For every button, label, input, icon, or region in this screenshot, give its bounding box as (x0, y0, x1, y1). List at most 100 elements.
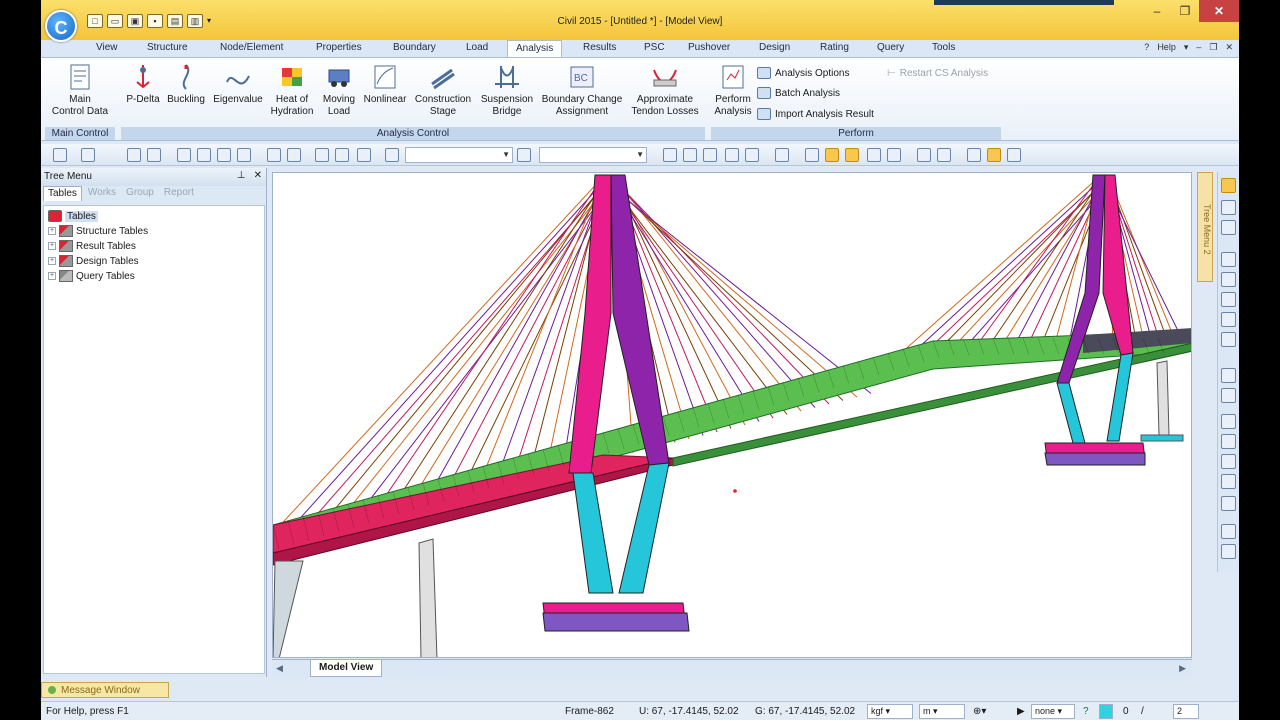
tree-item-query-tables[interactable]: + Query Tables (48, 270, 135, 282)
view-side-icon[interactable] (1221, 434, 1236, 449)
close-icon[interactable]: ✕ (1199, 0, 1239, 22)
zoom-dynamic-icon[interactable] (1221, 312, 1236, 327)
select-window-icon[interactable] (147, 148, 161, 162)
eigenvalue-button[interactable]: Eigenvalue (211, 60, 265, 106)
message-window-tab[interactable]: Message Window (41, 682, 169, 698)
rotate-view-icon[interactable] (1221, 200, 1236, 215)
render-icon[interactable] (887, 148, 901, 162)
buckling-button[interactable]: Buckling (165, 60, 207, 106)
copy-icon[interactable] (267, 148, 281, 162)
color-toggle-icon[interactable] (1099, 704, 1113, 719)
lock-icon[interactable] (987, 148, 1001, 162)
maximize-icon[interactable]: ❐ (1171, 0, 1199, 22)
view-back-icon[interactable] (1221, 474, 1236, 489)
paste-icon[interactable] (287, 148, 301, 162)
tab-structure[interactable]: Structure (147, 42, 188, 53)
invert-icon[interactable] (703, 148, 717, 162)
tab-query[interactable]: Query (877, 42, 904, 53)
help-icon[interactable]: ? (1144, 42, 1149, 53)
dimension-icon[interactable] (937, 148, 951, 162)
selection-combo[interactable]: ▼ (405, 147, 513, 163)
tree-item-design-tables[interactable]: + Design Tables (48, 255, 139, 267)
view-iso-icon[interactable] (1221, 368, 1236, 383)
rotate-icon[interactable] (217, 148, 231, 162)
ribbon-restore-icon[interactable]: ❐ (1209, 42, 1217, 53)
redo-icon[interactable] (81, 148, 95, 162)
tab-psc[interactable]: PSC (644, 42, 665, 53)
redraw-icon[interactable] (775, 148, 789, 162)
minimize-icon[interactable]: – (1143, 0, 1171, 22)
tab-boundary[interactable]: Boundary (393, 42, 436, 53)
tab-node-element[interactable]: Node/Element (220, 42, 283, 53)
heat-of-hydration-button[interactable]: Heat of Hydration (267, 60, 317, 118)
construction-stage-button[interactable]: Construction Stage (411, 60, 475, 118)
zoom-fit-icon[interactable] (805, 148, 819, 162)
group-combo[interactable]: ▼ (539, 147, 647, 163)
next-view-icon[interactable] (1221, 544, 1236, 559)
analysis-options-button[interactable]: Analysis Options (757, 67, 849, 79)
snap-icon[interactable]: ⊕▾ (973, 706, 986, 717)
select-icon[interactable] (127, 148, 141, 162)
model-view-canvas[interactable] (272, 172, 1192, 658)
help-toggle-icon[interactable]: ? (1083, 706, 1089, 717)
view-front-icon[interactable] (1221, 414, 1236, 429)
import-analysis-result-button[interactable]: Import Analysis Result (757, 108, 874, 120)
suspension-bridge-button[interactable]: Suspension Bridge (477, 60, 537, 118)
ribbon-close-icon[interactable]: ✕ (1225, 42, 1233, 53)
perform-analysis-button[interactable]: Perform Analysis (711, 60, 755, 118)
ribbon-dropdown-icon[interactable]: ▾ (1184, 42, 1189, 53)
perspective-icon[interactable] (867, 148, 881, 162)
expand-icon[interactable]: + (48, 257, 56, 265)
axis-icon[interactable] (917, 148, 931, 162)
tab-tables[interactable]: Tables (43, 186, 82, 201)
zoom-in-icon[interactable] (1221, 272, 1236, 287)
p-delta-button[interactable]: P-Delta (125, 60, 161, 106)
tree-item-structure-tables[interactable]: + Structure Tables (48, 225, 148, 237)
tab-properties[interactable]: Properties (316, 42, 362, 53)
pan-icon[interactable] (1221, 220, 1236, 235)
nonlinear-button[interactable]: Nonlinear (361, 60, 409, 106)
shade-view-icon[interactable] (845, 148, 859, 162)
tree-menu-2-side-tab[interactable]: Tree Menu 2 (1197, 172, 1213, 282)
element-icon[interactable] (197, 148, 211, 162)
batch-analysis-button[interactable]: Batch Analysis (757, 87, 840, 99)
scroll-left-icon[interactable]: ◀ (276, 663, 283, 674)
restart-cs-analysis-button[interactable]: ⊢ Restart CS Analysis (887, 68, 988, 79)
previous-view-icon[interactable] (1221, 524, 1236, 539)
tree-item-result-tables[interactable]: + Result Tables (48, 240, 136, 252)
close-icon[interactable]: ✕ (254, 170, 262, 181)
approximate-tendon-losses-button[interactable]: Approximate Tendon Losses (629, 60, 701, 118)
expand-icon[interactable]: + (48, 227, 56, 235)
play-icon[interactable]: ▶ (1017, 706, 1025, 717)
select-cursor-icon[interactable] (1221, 178, 1236, 193)
filter-icon[interactable] (517, 148, 531, 162)
tree-root-tables[interactable]: Tables (48, 210, 98, 222)
play-icon[interactable] (725, 148, 739, 162)
pin-icon[interactable]: ⊥ (237, 170, 246, 181)
view-right-icon[interactable] (1221, 454, 1236, 469)
tab-report[interactable]: Report (160, 186, 198, 201)
filter-select[interactable]: none ▾ (1031, 704, 1075, 719)
tab-tools[interactable]: Tools (932, 42, 955, 53)
view-top-icon[interactable] (1221, 388, 1236, 403)
tab-view[interactable]: View (96, 42, 118, 53)
tab-model-view[interactable]: Model View (310, 660, 383, 677)
zoom-out-icon[interactable] (1221, 292, 1236, 307)
app-logo-icon[interactable]: C (45, 10, 77, 42)
group-add-icon[interactable] (315, 148, 329, 162)
scroll-right-icon[interactable]: ▶ (1179, 663, 1186, 674)
refresh-icon[interactable] (237, 148, 251, 162)
hidden-view-icon[interactable] (825, 148, 839, 162)
tab-results[interactable]: Results (583, 42, 616, 53)
zoom-fit-icon[interactable] (1221, 332, 1236, 347)
activate-icon[interactable] (663, 148, 677, 162)
tab-rating[interactable]: Rating (820, 42, 849, 53)
length-unit-select[interactable]: m ▾ (919, 704, 965, 719)
tab-works[interactable]: Works (84, 186, 120, 201)
moving-load-button[interactable]: Moving Load (319, 60, 359, 118)
main-control-data-button[interactable]: Main Control Data (45, 60, 115, 118)
force-unit-select[interactable]: kgf ▾ (867, 704, 913, 719)
expand-icon[interactable]: + (48, 272, 56, 280)
node-icon[interactable] (177, 148, 191, 162)
zoom-window-icon[interactable] (1221, 252, 1236, 267)
